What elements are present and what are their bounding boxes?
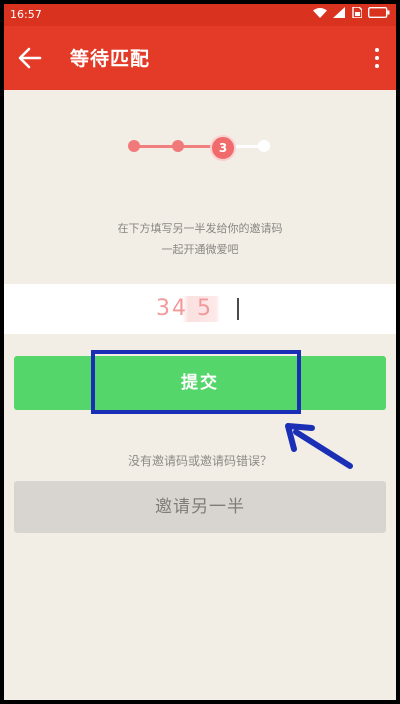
no-invite-code-link[interactable]: 没有邀请码或邀请码错误？ [4, 452, 396, 469]
sim-icon [352, 7, 362, 18]
more-vert-icon[interactable] [372, 46, 382, 72]
step-dot-2 [172, 140, 184, 152]
signal-icon [333, 7, 345, 18]
annotation-highlight-box [91, 350, 301, 414]
app-bar: 等待匹配 [4, 26, 396, 90]
page-title: 等待匹配 [70, 48, 151, 70]
invite-code-value: 34 5 [156, 296, 242, 322]
wifi-icon [313, 7, 327, 18]
step-current-badge: 3 [210, 135, 236, 161]
status-time: 16:57 [10, 8, 42, 21]
invite-partner-button[interactable]: 邀请另一半 [14, 481, 386, 533]
text-cursor [237, 298, 239, 320]
battery-icon [368, 7, 390, 18]
instruction-line-2: 一起开通微爱吧 [161, 243, 239, 256]
back-arrow-icon[interactable] [16, 44, 44, 72]
progress-stepper: 3 [124, 132, 276, 162]
phone-screen: 16:57 等待匹配 3 在下方填写另一半发给你的邀请码 一起开通微爱吧 34 … [4, 4, 396, 700]
status-bar: 16:57 [4, 4, 396, 26]
invite-code-input[interactable]: 34 5 [4, 284, 396, 334]
step-dot-1 [128, 140, 140, 152]
status-icons [313, 7, 390, 18]
instruction-line-1: 在下方填写另一半发给你的邀请码 [117, 222, 283, 235]
step-dot-4 [258, 140, 270, 152]
